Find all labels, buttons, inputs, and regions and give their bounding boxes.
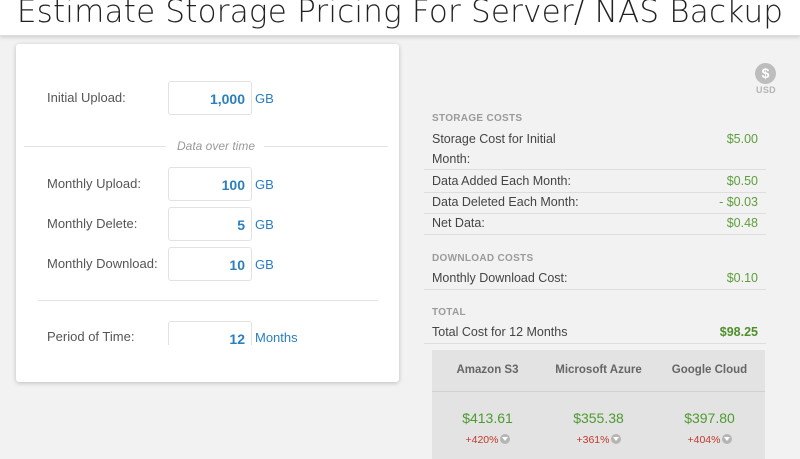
monthly-upload-input[interactable]: 100 — [168, 167, 252, 201]
data-over-time-divider: Data over time — [24, 139, 388, 154]
total-label: Total Cost for 12 Months — [432, 325, 568, 339]
monthly-upload-row: Monthly Upload: 100 GB — [16, 167, 399, 201]
net-data-label: Net Data: — [432, 216, 485, 230]
monthly-download-row: Monthly Download: 10 GB — [16, 247, 399, 281]
net-data-line: Net Data: $0.48 — [424, 214, 766, 235]
chevron-down-icon[interactable] — [610, 434, 621, 444]
provider-percent: +361% — [543, 434, 654, 446]
initial-upload-unit: GB — [255, 91, 274, 106]
chevron-down-icon[interactable] — [499, 434, 510, 444]
data-added-line: Data Added Each Month: $0.50 — [424, 172, 766, 193]
download-cost-value: $0.10 — [726, 271, 758, 285]
page-title: Estimate Storage Pricing For Server/ NAS… — [16, 0, 784, 30]
percent-value: +404% — [687, 434, 721, 446]
section-separator — [38, 300, 378, 301]
data-added-value: $0.50 — [726, 174, 758, 188]
currency-label: USD — [756, 85, 776, 95]
input-card: Initial Upload: 1,000 GB Data over time … — [16, 44, 399, 382]
download-costs-header: DOWNLOAD COSTS — [432, 253, 534, 264]
monthly-download-label: Monthly Download: — [47, 256, 158, 271]
monthly-delete-label: Monthly Delete: — [47, 216, 138, 231]
monthly-download-unit: GB — [255, 257, 274, 272]
provider-price: $397.80 — [684, 410, 735, 426]
provider-comparison: Amazon S3 Microsoft Azure Google Cloud $… — [432, 350, 765, 459]
total-header: TOTAL — [432, 307, 466, 318]
period-unit[interactable]: Months — [255, 330, 298, 345]
data-deleted-value: - $0.03 — [719, 195, 758, 209]
provider-name: Microsoft Azure — [555, 364, 642, 376]
page-header: Estimate Storage Pricing For Server/ NAS… — [0, 0, 800, 36]
download-cost-line: Monthly Download Cost: $0.10 — [424, 269, 766, 290]
provider-name: Google Cloud — [671, 364, 748, 376]
storage-initial-line: Storage Cost for Initial Month: $5.00 — [424, 130, 766, 170]
data-over-time-label: Data over time — [176, 139, 256, 153]
provider-price: $413.61 — [462, 410, 513, 426]
data-deleted-line: Data Deleted Each Month: - $0.03 — [424, 193, 766, 214]
data-added-label: Data Added Each Month: — [432, 174, 571, 188]
monthly-delete-input[interactable]: 5 — [168, 207, 252, 241]
percent-value: +420% — [465, 434, 499, 446]
storage-initial-label-2: Month: — [432, 152, 471, 166]
monthly-upload-label: Monthly Upload: — [47, 176, 141, 191]
provider-price: $355.38 — [573, 410, 624, 426]
initial-upload-row: Initial Upload: 1,000 GB — [16, 81, 399, 115]
currency-dollar-icon[interactable]: $ — [755, 63, 776, 84]
monthly-download-input[interactable]: 10 — [168, 247, 252, 281]
period-input[interactable]: 12 — [168, 321, 252, 345]
chevron-down-icon[interactable] — [721, 434, 732, 444]
monthly-delete-unit: GB — [255, 217, 274, 232]
monthly-delete-row: Monthly Delete: 5 GB — [16, 207, 399, 241]
provider-percent: +420% — [432, 434, 543, 446]
period-row: Period of Time: 12 Months — [16, 321, 399, 345]
storage-costs-header: STORAGE COSTS — [432, 113, 523, 124]
total-line: Total Cost for 12 Months $98.25 — [424, 323, 766, 344]
storage-initial-label-1: Storage Cost for Initial — [432, 132, 556, 146]
provider-name: Amazon S3 — [456, 364, 519, 376]
monthly-upload-unit: GB — [255, 177, 274, 192]
initial-upload-input[interactable]: 1,000 — [168, 81, 252, 115]
period-label: Period of Time: — [47, 329, 135, 344]
data-deleted-label: Data Deleted Each Month: — [432, 195, 579, 209]
percent-value: +361% — [576, 434, 610, 446]
total-value: $98.25 — [719, 325, 758, 339]
storage-initial-value: $5.00 — [726, 132, 758, 146]
download-cost-label: Monthly Download Cost: — [432, 271, 568, 285]
net-data-value: $0.48 — [726, 216, 758, 230]
provider-percent: +404% — [654, 434, 765, 446]
initial-upload-label: Initial Upload: — [47, 90, 126, 105]
